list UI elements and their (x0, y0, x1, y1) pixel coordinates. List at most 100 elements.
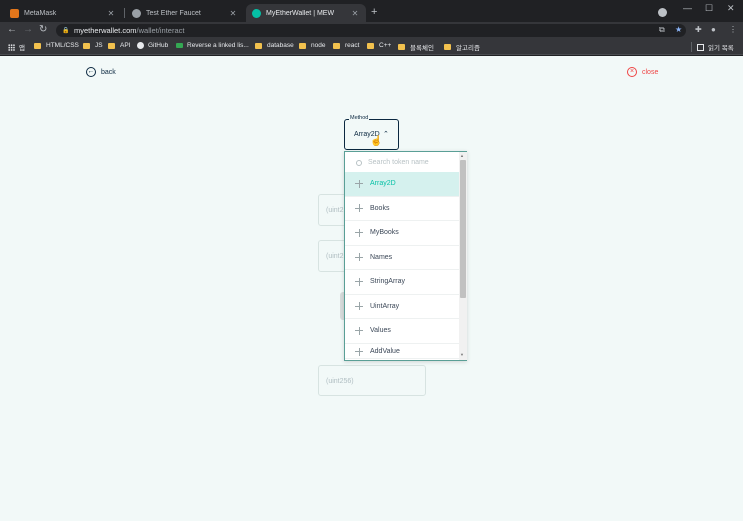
bookmark-js[interactable]: JS (83, 42, 103, 49)
tab-myetherwallet[interactable]: MyEtherWallet | MEW ✕ (246, 4, 366, 22)
tab-metamask[interactable]: MetaMask ✕ (4, 4, 122, 22)
forward-arrow-icon[interactable]: → (23, 24, 33, 36)
folder-icon (255, 42, 262, 49)
back-button[interactable]: ← back (86, 67, 116, 77)
method-option-label: Books (370, 204, 390, 212)
bookmark-reverse-linked-list[interactable]: Reverse a linked lis... (176, 42, 249, 49)
address-bar[interactable]: 🔒 myetherwallet.com/wallet/interact (56, 24, 686, 37)
folder-icon (83, 42, 90, 49)
method-option[interactable]: Names (345, 246, 459, 270)
profile-avatar-icon[interactable]: ● (711, 25, 716, 35)
extensions-puzzle-icon[interactable]: ✚ (695, 25, 702, 35)
method-option[interactable]: AddValue (345, 344, 459, 359)
output-field: (uint256) (318, 365, 426, 396)
browser-toolbar: ← → ↻ 🔒 myetherwallet.com/wallet/interac… (0, 22, 743, 39)
method-dropdown: Search token name Array2D Books MyBooks … (344, 151, 467, 361)
close-tab-icon[interactable]: ✕ (106, 9, 116, 18)
bookmark-cpp[interactable]: C++ (367, 42, 391, 49)
window-close-icon[interactable]: ✕ (727, 3, 735, 14)
sparkle-icon (355, 228, 363, 237)
bookmark-label: C++ (379, 42, 392, 49)
site-icon (176, 43, 183, 48)
minimize-icon[interactable]: — (683, 3, 692, 13)
reading-list-icon (697, 43, 704, 51)
bookmark-label: 알고리즘 (456, 45, 480, 52)
back-arrow-icon[interactable]: ← (7, 24, 17, 36)
bookmark-label: JS (95, 42, 103, 49)
reading-list-label: 읽기 목록 (708, 45, 734, 52)
menu-kebab-icon[interactable]: ⋮ (729, 25, 737, 35)
method-option[interactable]: StringArray (345, 270, 459, 295)
maximize-icon[interactable]: ☐ (705, 3, 713, 14)
bookmark-html-css[interactable]: HTML/CSS (34, 42, 79, 49)
close-label: close (642, 68, 659, 76)
folder-icon (34, 42, 41, 49)
mew-logo-icon (252, 8, 261, 18)
reading-list[interactable]: 읽기 목록 (697, 42, 734, 52)
tab-title: MyEtherWallet | MEW (266, 9, 335, 17)
method-option[interactable]: Books (345, 197, 459, 221)
scrollbar-thumb[interactable] (460, 160, 466, 298)
bookmark-github[interactable]: GitHub (137, 42, 168, 49)
bookmark-react[interactable]: react (333, 42, 359, 49)
folder-icon (333, 42, 340, 49)
metamask-fox-icon (10, 8, 19, 18)
translate-icon[interactable]: ⧉ (659, 25, 665, 35)
new-tab-button[interactable]: + (371, 6, 377, 18)
bookmarks-bar: 앱 HTML/CSS JS API GitHub Reverse a linke… (0, 39, 743, 55)
method-option[interactable]: Array2D (345, 172, 459, 197)
scroll-up-icon[interactable]: ▲ (460, 154, 464, 158)
method-option-label: Array2D (370, 180, 396, 188)
method-option-label: MyBooks (370, 229, 399, 237)
close-tab-icon[interactable]: ✕ (350, 9, 360, 18)
hand-pointer-icon: ☝ (370, 136, 383, 147)
method-legend: Method (349, 115, 370, 121)
close-tab-icon[interactable]: ✕ (228, 9, 238, 18)
apps-grid-icon (8, 43, 15, 51)
sparkle-icon (355, 277, 363, 286)
url-path: /wallet/interact (136, 26, 185, 35)
tab-title: MetaMask (24, 9, 57, 17)
output-field-label: (uint256) (326, 378, 354, 385)
folder-icon (108, 42, 115, 49)
method-option[interactable]: UintArray (345, 295, 459, 319)
bookmark-label: API (120, 42, 131, 49)
method-option[interactable]: MyBooks (345, 221, 459, 246)
bookmark-star-icon[interactable]: ★ (675, 25, 682, 35)
search-placeholder: Search token name (368, 159, 429, 166)
bookmark-node[interactable]: node (299, 42, 325, 49)
url-host: myetherwallet.com (74, 26, 137, 35)
folder-icon (367, 42, 374, 49)
method-option-label: AddValue (370, 347, 400, 355)
bookmark-api[interactable]: API (108, 42, 130, 49)
bookmark-label: Reverse a linked lis... (187, 42, 249, 49)
bookmark-label: 앱 (19, 45, 25, 52)
back-label: back (101, 68, 116, 76)
bookmark-blockchain[interactable]: 블록체인 (398, 42, 434, 52)
globe-icon (132, 8, 141, 18)
arrow-left-circle-icon: ← (86, 67, 96, 77)
search-input[interactable]: Search token name (348, 154, 458, 171)
tab-separator (124, 8, 125, 18)
reload-icon[interactable]: ↻ (39, 24, 47, 36)
dropdown-scrollbar[interactable]: ▲ ▼ (459, 152, 467, 360)
page-content: ← back × close Method Array2D ⌃ (uint2 (… (0, 56, 743, 521)
tab-ether-faucet[interactable]: Test Ether Faucet ✕ (126, 4, 244, 22)
bookmark-label: react (345, 42, 360, 49)
method-option-label: Values (370, 327, 391, 335)
lock-icon: 🔒 (62, 28, 70, 34)
method-option[interactable]: Values (345, 319, 459, 344)
scroll-down-icon[interactable]: ▼ (460, 353, 464, 357)
folder-icon (398, 44, 405, 50)
close-button[interactable]: × close (627, 67, 658, 77)
bookmark-label: HTML/CSS (46, 42, 79, 49)
method-option-label: StringArray (370, 278, 406, 286)
bookmark-database[interactable]: database (255, 42, 294, 49)
sparkle-icon (355, 179, 363, 188)
bookmark-apps[interactable]: 앱 (8, 42, 25, 52)
input-field-label: (uint2 (326, 207, 344, 214)
profile-dot-icon[interactable] (658, 8, 667, 17)
sparkle-icon (355, 302, 363, 311)
github-icon (137, 42, 144, 49)
bookmark-algorithm[interactable]: 알고리즘 (444, 42, 480, 52)
